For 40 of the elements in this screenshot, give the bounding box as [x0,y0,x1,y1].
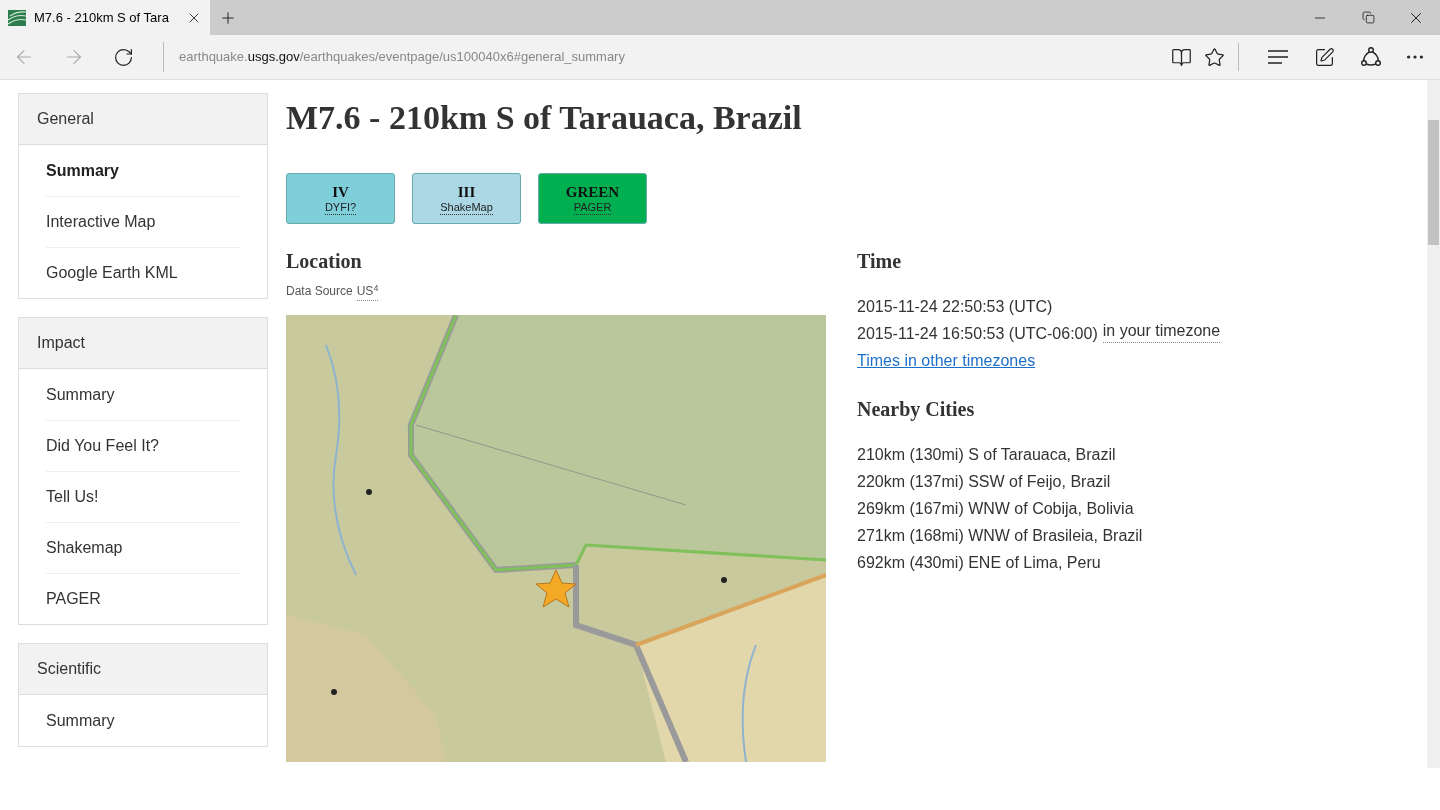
section-heading: Location [286,249,363,274]
share-icon[interactable] [1360,46,1382,68]
nav-link[interactable]: Tell Us! [46,485,99,509]
nav-link[interactable]: Summary [46,382,115,407]
data-source-label: Data Source [286,283,353,300]
refresh-icon[interactable] [113,46,134,68]
nav-link[interactable]: Google Earth KML [46,261,178,285]
nav-link[interactable]: Summary [46,708,115,733]
section-header: General [19,94,267,145]
timezone-link[interactable]: in your timezone [1102,320,1221,343]
nav-link[interactable]: Shakemap [46,536,123,560]
nearby-city: 271km (168mi) WNW of Brasileia, Brazil [857,526,1144,546]
section-header: Scientific [19,644,267,695]
page-title: M7.6 - 210km S of Tarauaca, Brazil [286,98,803,138]
nav-link[interactable]: PAGER [46,587,101,611]
book-icon[interactable] [1171,46,1192,68]
impact-badge[interactable]: IV DYFI? [286,173,395,224]
impact-badge[interactable]: III ShakeMap [412,173,521,224]
restore-icon[interactable] [1361,11,1375,24]
reading-list-icon[interactable] [1267,49,1289,65]
nearby-city: 269km (167mi) WNW of Cobija, Bolivia [857,499,1135,519]
pen-icon[interactable] [1314,46,1335,68]
source-link[interactable]: US$^{4}$ [356,282,379,301]
section-heading: Nearby Cities [857,397,976,422]
timezones-link[interactable]: Times in other timezones [857,347,1221,374]
nearby-city: 210km (130mi) S of Tarauaca, Brazil [857,445,1117,465]
section-header: Impact [19,318,267,369]
nav-link[interactable]: Interactive Map [46,210,156,234]
star-icon[interactable] [1204,46,1225,68]
scrollbar[interactable] [1427,80,1440,768]
section-heading: Time [857,249,903,274]
nav-link[interactable]: Did You Feel It? [46,434,159,458]
nearby-city: 692km (430mi) ENE of Lima, Peru [857,553,1102,573]
nearby-city: 220km (137mi) SSW of Feijo, Brazil [857,472,1112,492]
browser-tab[interactable]: M7.6 - 210km S of Tara [0,0,210,35]
local-time: 2015-11-24 16:50:53 (UTC-06:00) [857,324,1098,344]
utc-time: 2015-11-24 22:50:53 (UTC) [857,297,1054,317]
logo-icon [8,9,26,26]
nav-link[interactable]: Summary [46,158,119,183]
impact-badge[interactable]: GREEN PAGER [538,173,647,224]
